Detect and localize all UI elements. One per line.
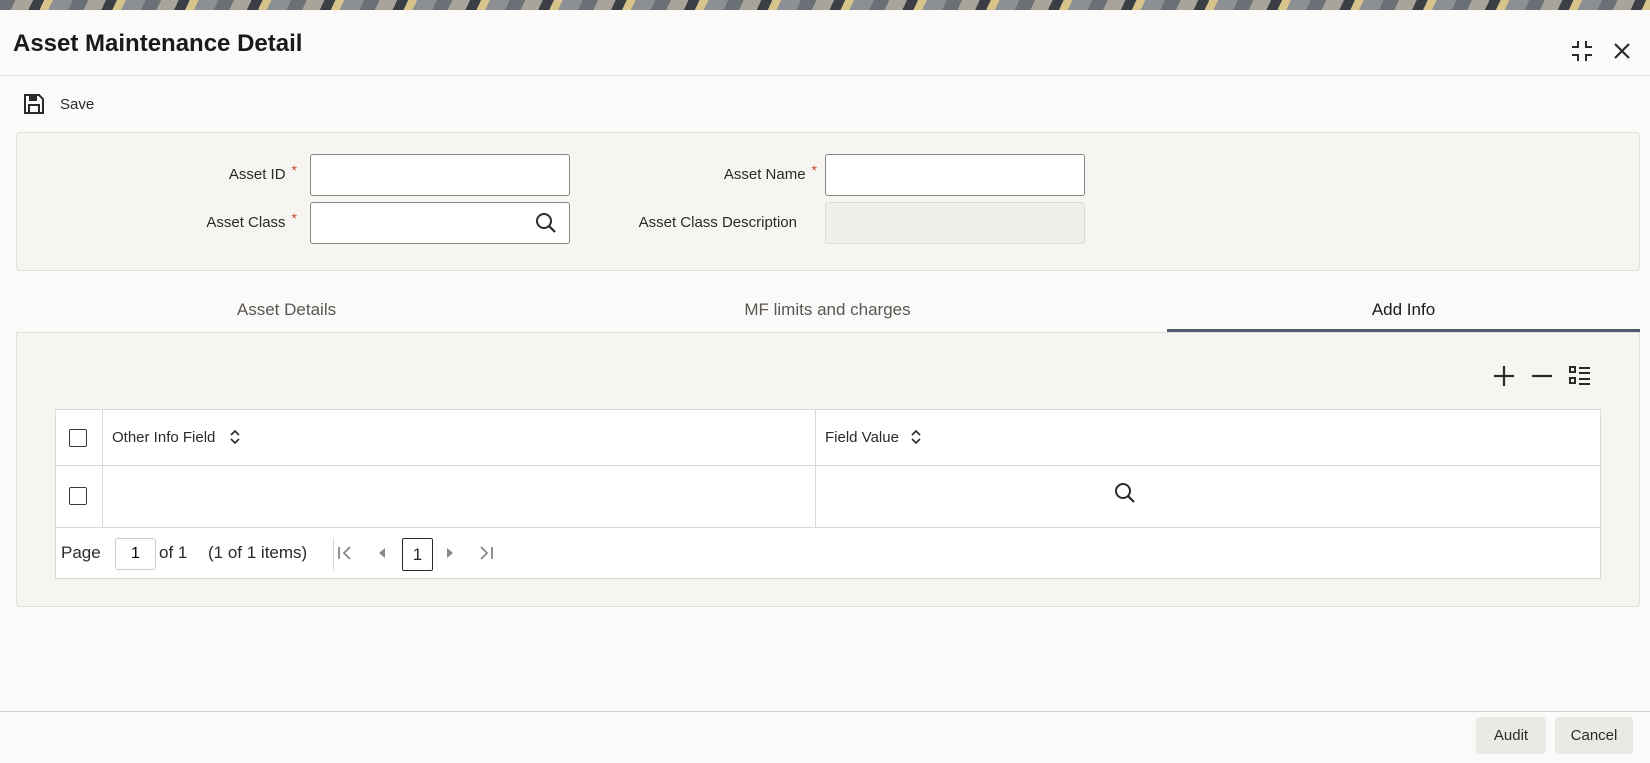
previous-page-icon[interactable] [372, 543, 392, 563]
table-header: Other Info Field Field Value [56, 410, 1600, 466]
close-icon[interactable] [1609, 38, 1635, 64]
field-value-cell[interactable] [825, 486, 1105, 508]
column-header-field-value: Field Value [825, 429, 899, 446]
asset-class-input[interactable] [310, 202, 570, 244]
minimize-icon[interactable] [1569, 38, 1595, 64]
column-divider [815, 410, 816, 528]
sort-icon[interactable] [228, 428, 242, 446]
sort-icon[interactable] [909, 428, 923, 446]
page-title: Asset Maintenance Detail [13, 30, 303, 57]
required-mark: * [291, 210, 297, 226]
cancel-button[interactable]: Cancel [1555, 717, 1633, 754]
delete-row-icon[interactable] [1529, 363, 1555, 389]
add-row-icon[interactable] [1491, 363, 1517, 389]
asset-class-description-input [825, 202, 1085, 244]
tab-bar: Asset Details MF limits and charges Add … [16, 290, 1640, 332]
required-mark: * [291, 162, 297, 178]
save-label: Save [60, 95, 95, 113]
window-header: Asset Maintenance Detail [0, 10, 1650, 76]
asset-name-label: Asset Name * [723, 162, 817, 183]
current-page-button[interactable]: 1 [402, 538, 433, 571]
asset-class-label: Asset Class * [206, 210, 297, 231]
page-label: Page [61, 543, 101, 562]
asset-class-description-label: Asset Class Description [638, 214, 797, 231]
pagination: Page of 1 (1 of 1 items) 1 [56, 528, 1600, 578]
save-button[interactable]: Save [22, 90, 94, 118]
asset-header-form: Asset ID * Asset Name * Asset Class * Asset… [16, 132, 1640, 271]
audit-button[interactable]: Audit [1476, 717, 1546, 754]
single-record-view-icon[interactable] [1567, 363, 1593, 389]
header-banner [0, 0, 1650, 10]
other-info-table: Other Info Field Field Value Page of 1 [55, 409, 1601, 579]
required-mark: * [811, 162, 817, 178]
search-icon[interactable] [535, 212, 557, 234]
last-page-icon[interactable] [476, 543, 496, 563]
other-info-field-cell[interactable] [112, 486, 752, 508]
next-page-icon[interactable] [440, 543, 460, 563]
column-header-other-info-field: Other Info Field [112, 429, 216, 446]
page-count-label: of 1 [159, 543, 188, 562]
save-icon [24, 94, 44, 114]
column-divider [102, 410, 103, 528]
tab-asset-details[interactable]: Asset Details [16, 290, 557, 332]
add-info-panel: Other Info Field Field Value Page of 1 [16, 332, 1640, 607]
table-row [56, 466, 1600, 528]
tab-mf-limits-and-charges[interactable]: MF limits and charges [557, 290, 1098, 332]
items-count-label: (1 of 1 items) [208, 543, 308, 562]
asset-name-input[interactable] [825, 154, 1085, 196]
select-all-checkbox[interactable] [69, 429, 87, 447]
pager-divider [333, 538, 334, 570]
footer-divider [0, 711, 1650, 712]
search-icon[interactable] [1114, 482, 1136, 504]
page-number-input[interactable] [115, 538, 156, 570]
row-checkbox[interactable] [69, 487, 87, 505]
asset-id-label: Asset ID * [228, 162, 297, 183]
asset-id-input[interactable] [310, 154, 570, 196]
first-page-icon[interactable] [335, 543, 355, 563]
tab-add-info[interactable]: Add Info [1167, 290, 1640, 332]
